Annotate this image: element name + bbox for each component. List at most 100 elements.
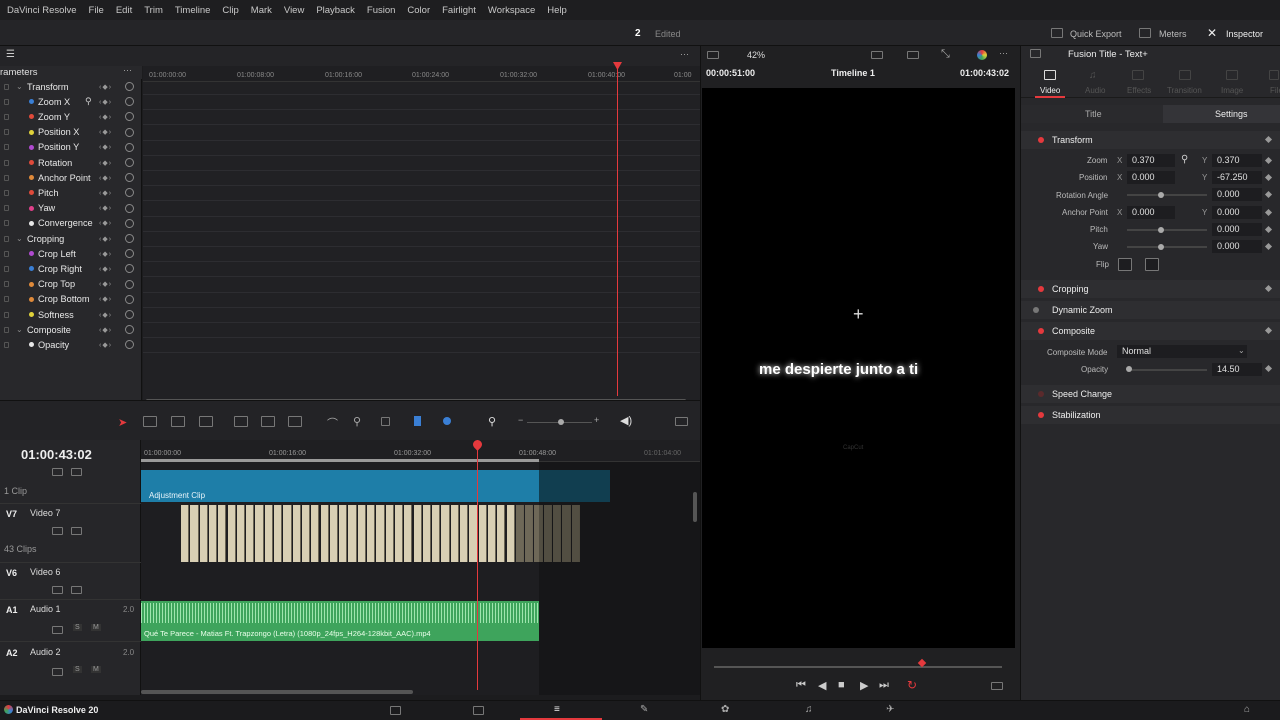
adjustment-clip[interactable]: Adjustment Clip [141, 470, 539, 502]
chevron-down-icon[interactable]: ⌄ [16, 325, 23, 334]
menu-playback[interactable]: Playback [310, 5, 361, 16]
opacity-slider[interactable] [1127, 369, 1207, 371]
video-clip[interactable] [515, 505, 525, 562]
lock-icon[interactable] [381, 417, 390, 426]
track-lock-icon[interactable] [52, 626, 63, 634]
video-clip[interactable] [348, 505, 357, 562]
reset-icon[interactable] [125, 97, 134, 107]
menu-timeline[interactable]: Timeline [169, 5, 217, 16]
rotation-slider[interactable] [1127, 194, 1207, 196]
replace-clip-icon[interactable] [288, 416, 302, 427]
track-monitor-icon[interactable] [52, 586, 63, 594]
param-group[interactable]: ⌄ Transform ‹◆› [0, 79, 142, 94]
viewer-zoom[interactable]: 42% [747, 50, 765, 60]
enable-dot[interactable] [1038, 328, 1044, 334]
video-clip[interactable] [497, 505, 506, 562]
video-clip[interactable] [404, 505, 413, 562]
keyframe-nav-icon[interactable]: ‹◆› [99, 98, 112, 106]
lock-icon[interactable] [4, 311, 9, 318]
reset-icon[interactable] [125, 264, 134, 274]
flag-icon[interactable] [414, 416, 421, 426]
video-clip[interactable] [181, 505, 190, 562]
video-clip[interactable] [227, 505, 236, 562]
tab-audio[interactable]: Audio [1085, 86, 1105, 95]
lock-icon[interactable] [4, 265, 9, 272]
param-row[interactable]: Crop Left ‹◆› [0, 246, 142, 261]
video-clip[interactable] [255, 505, 264, 562]
keyframe-diamond[interactable] [1264, 326, 1273, 335]
viewer-overlay-icon[interactable] [907, 51, 919, 59]
param-row[interactable]: Zoom Y ‹◆› [0, 109, 142, 124]
tab-file[interactable]: File [1270, 86, 1280, 95]
marker-icon[interactable] [443, 417, 451, 425]
keyframe-diamond[interactable] [1264, 284, 1273, 293]
quick-export-button[interactable]: Quick Export [1070, 29, 1122, 39]
keyframe-nav-icon[interactable]: ‹◆› [99, 204, 112, 212]
pitch-slider-knob[interactable] [1158, 227, 1164, 233]
subtitle-text[interactable]: me despierte junto a ti [759, 361, 918, 378]
menu-help[interactable]: Help [541, 5, 573, 16]
keyframe-diamond[interactable] [1264, 156, 1273, 165]
video-clip[interactable] [320, 505, 329, 562]
opacity-slider-knob[interactable] [1126, 366, 1132, 372]
blade-tool-icon[interactable] [171, 416, 185, 427]
lock-icon[interactable] [4, 235, 9, 242]
deliver-page-icon[interactable]: ✈ [886, 704, 894, 715]
video-clip[interactable] [525, 505, 534, 562]
keyframe-nav-icon[interactable]: ‹◆› [99, 265, 112, 273]
lock-icon[interactable] [4, 205, 9, 212]
video-clip[interactable] [441, 505, 450, 562]
mute-button[interactable]: M [91, 666, 101, 673]
video-clip[interactable] [329, 505, 339, 562]
reset-icon[interactable] [125, 82, 134, 91]
lock-icon[interactable] [4, 159, 9, 166]
reset-icon[interactable] [125, 279, 134, 289]
enable-dot[interactable] [1033, 307, 1039, 313]
video-clip[interactable] [311, 505, 320, 562]
lock-icon[interactable] [4, 98, 9, 105]
param-row[interactable]: Opacity ‹◆› [0, 337, 142, 352]
track-lock-icon[interactable] [71, 527, 82, 535]
play-icon[interactable]: ▶ [860, 679, 868, 692]
section-speed-change[interactable]: Speed Change [1021, 385, 1280, 403]
enable-dot[interactable] [1038, 137, 1044, 143]
track-name-a1[interactable]: Audio 1 [30, 604, 61, 614]
params-more-icon[interactable]: ··· [123, 65, 132, 75]
keyframe-nav-icon[interactable]: ‹◆› [99, 128, 112, 136]
video-clip[interactable] [218, 505, 227, 562]
param-row[interactable]: Anchor Point ‹◆› [0, 170, 142, 185]
keyframe-nav-icon[interactable]: ‹◆› [99, 341, 112, 349]
tab-video[interactable]: Video [1040, 86, 1060, 95]
track-name-a2[interactable]: Audio 2 [30, 647, 61, 657]
lock-icon[interactable] [4, 250, 9, 257]
track-lock-icon[interactable] [71, 586, 82, 594]
keyframe-nav-icon[interactable]: ‹◆› [99, 311, 112, 319]
tab-transition[interactable]: Transition [1167, 86, 1202, 95]
link-icon[interactable]: ⚲ [1181, 154, 1188, 165]
hamburger-icon[interactable]: ☰ [6, 49, 15, 60]
video-clip[interactable] [208, 505, 218, 562]
keyframe-diamond[interactable] [1264, 190, 1273, 199]
menu-trim[interactable]: Trim [138, 5, 169, 16]
link-icon[interactable]: ⚲ [353, 415, 361, 428]
video-clip[interactable] [478, 505, 487, 562]
param-row[interactable]: Convergence ‹◆› [0, 216, 142, 231]
menu-mark[interactable]: Mark [245, 5, 278, 16]
menu-edit[interactable]: Edit [110, 5, 138, 16]
menu-clip[interactable]: Clip [216, 5, 244, 16]
timeline-area[interactable]: 01:00:00:00 01:00:16:00 01:00:32:00 01:0… [141, 438, 700, 695]
video-clip[interactable] [199, 505, 208, 562]
position-x-field[interactable]: 0.000 [1127, 171, 1175, 184]
inspector-layout-icon[interactable] [1030, 49, 1041, 58]
solo-button[interactable]: S [73, 624, 82, 631]
track-lock-icon[interactable] [52, 668, 63, 676]
timeline-options-icon[interactable] [675, 417, 688, 426]
param-row[interactable]: Crop Top ‹◆› [0, 277, 142, 292]
lock-icon[interactable] [4, 83, 9, 90]
video-clip[interactable] [432, 505, 441, 562]
zoom-in-icon[interactable]: + [594, 415, 599, 425]
keyframe-nav-icon[interactable]: ‹◆› [99, 83, 112, 91]
reset-icon[interactable] [125, 158, 134, 167]
rotation-field[interactable]: 0.000 [1212, 188, 1262, 201]
timeline-ruler[interactable]: 01:00:00:00 01:00:16:00 01:00:32:00 01:0… [141, 440, 700, 462]
